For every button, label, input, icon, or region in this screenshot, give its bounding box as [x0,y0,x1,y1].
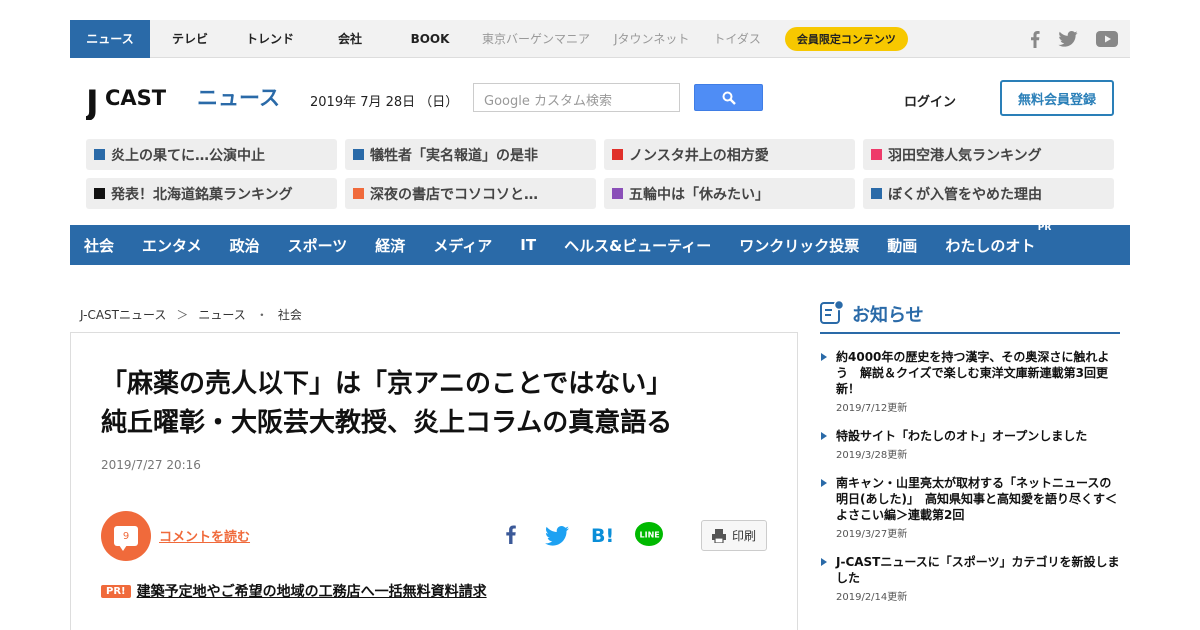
svg-text:B!: B! [591,525,614,546]
printer-icon [711,528,726,543]
facebook-share-icon[interactable] [499,522,523,550]
topnav-news[interactable]: ニュース [70,19,150,58]
register-button[interactable]: 無料会員登録 [1000,80,1114,116]
category-society[interactable]: 社会 [84,235,114,256]
topnav-toidas[interactable]: トイダス [701,20,773,58]
category-one-click-vote[interactable]: ワンクリック投票 [739,235,859,256]
topnav-tv[interactable]: テレビ [150,20,230,58]
breadcrumb: J-CASTニュース ＞ ニュース ・ 社会 [80,306,302,323]
line-share-icon[interactable]: LINE [634,521,664,553]
trending-item[interactable]: ぼくが入管をやめた理由 [863,178,1114,209]
logo-cast: CAST [105,86,167,110]
trending-marker [94,149,105,160]
topnav-jtown[interactable]: Jタウンネット [602,20,701,58]
trending-marker [871,188,882,199]
search-icon [722,91,736,105]
topnav-trend[interactable]: トレンド [230,20,310,58]
trending-marker [353,149,364,160]
twitter-share-icon[interactable] [545,522,569,552]
category-watashi-no-oto[interactable]: わたしのオト PR [945,223,1051,256]
trending-item[interactable]: 犠牲者「実名報道」の是非 [345,139,596,170]
trending-marker [871,149,882,160]
login-link[interactable]: ログイン [904,91,956,110]
comment-count: 9 [114,526,138,551]
svg-text:LINE: LINE [640,531,660,540]
category-entertainment[interactable]: エンタメ [142,235,202,256]
topnav-book[interactable]: BOOK [390,20,470,58]
article-headline: 「麻薬の売人以下」は「京アニのことではない」 純丘曜彰・大阪芸大教授、炎上コラム… [101,369,673,438]
article-box: 「麻薬の売人以下」は「京アニのことではない」 純丘曜彰・大阪芸大教授、炎上コラム… [70,332,798,630]
notice-header: お知らせ [820,300,1120,334]
category-health-beauty[interactable]: ヘルス&ビューティー [564,235,711,256]
search-button[interactable] [694,84,763,111]
jcast-logo[interactable]: J CAST ニュース [84,80,286,123]
category-politics[interactable]: 政治 [230,235,260,256]
list-item[interactable]: 特設サイト「わたしのオト」オープンしました 2019/3/28更新 [820,428,1120,461]
trending-marker [612,149,623,160]
breadcrumb-separator: ＞ [176,308,189,322]
pr-ad: PR! 建築予定地やご希望の地域の工務店へ一括無料資料請求 [101,581,487,601]
twitter-icon[interactable] [1058,31,1078,47]
top-nav: ニュース テレビ トレンド 会社 BOOK 東京バーゲンマニア Jタウンネット … [70,19,1130,58]
member-content-button[interactable]: 会員限定コンテンツ [784,26,908,51]
comment-icon[interactable]: 9 [101,511,151,561]
pr-badge: PR! [101,584,131,598]
trending-marker [612,188,623,199]
breadcrumb-separator: ・ [255,308,268,322]
facebook-icon[interactable] [1030,30,1040,48]
list-item[interactable]: 約4000年の歴史を持つ漢字、その奥深さに触れよう 解説＆クイズで楽しむ東洋文庫… [820,349,1120,414]
read-comments-link[interactable]: コメントを読む [159,526,250,545]
pr-ad-link[interactable]: 建築予定地やご希望の地域の工務店へ一括無料資料請求 [137,581,487,601]
search-input[interactable]: Google カスタム検索 [473,83,680,112]
trending-item[interactable]: 羽田空港人気ランキング [863,139,1114,170]
category-nav: 社会 エンタメ 政治 スポーツ 経済 メディア IT ヘルス&ビューティー ワン… [70,223,1130,265]
notice-icon [820,300,844,324]
topnav-bargain[interactable]: 東京バーゲンマニア [470,20,602,58]
topnav-company[interactable]: 会社 [310,20,390,58]
notice-title: お知らせ [852,305,924,326]
breadcrumb-home[interactable]: J-CASTニュース [80,306,166,323]
arrow-right-icon [821,558,827,566]
arrow-right-icon [821,432,827,440]
notice-list: 約4000年の歴史を持つ漢字、その奥深さに触れよう 解説＆クイズで楽しむ東洋文庫… [820,349,1120,617]
arrow-right-icon [821,353,827,361]
category-media[interactable]: メディア [433,235,492,256]
trending-item[interactable]: ノンスタ井上の相方愛 [604,139,855,170]
pr-label: PR [1037,222,1052,233]
trending-item[interactable]: 炎上の果てに…公演中止 [86,139,337,170]
article-date: 2019/7/27 20:16 [101,458,201,472]
category-video[interactable]: 動画 [887,235,917,256]
list-item[interactable]: 南キャン・山里亮太が取材する「ネットニュースの明日(あした)」 高知県知事と高知… [820,475,1120,540]
trending-marker [353,188,364,199]
logo-news: ニュース [197,86,280,110]
trending-marker [94,188,105,199]
logo-j: J [86,83,99,120]
arrow-right-icon [821,479,827,487]
breadcrumb-society[interactable]: 社会 [278,306,302,323]
hatena-bookmark-icon[interactable]: B! [590,522,614,550]
youtube-icon[interactable] [1096,31,1118,47]
print-button[interactable]: 印刷 [701,520,767,551]
current-date: 2019年 7月 28日 （日） [310,95,459,110]
trending-topics: 炎上の果てに…公演中止 犠牲者「実名報道」の是非 ノンスタ井上の相方愛 羽田空港… [86,139,1114,209]
list-item[interactable]: J-CASTニュースに「スポーツ」カテゴリを新設しました 2019/2/14更新 [820,554,1120,603]
category-economy[interactable]: 経済 [375,235,405,256]
trending-item[interactable]: 深夜の書店でコソコソと… [345,178,596,209]
trending-item[interactable]: 発表！北海道銘菓ランキング [86,178,337,209]
breadcrumb-news[interactable]: ニュース [198,306,245,323]
category-it[interactable]: IT [520,236,536,254]
category-sports[interactable]: スポーツ [288,235,348,256]
social-links [1030,20,1118,58]
trending-item[interactable]: 五輪中は「休みたい」 [604,178,855,209]
